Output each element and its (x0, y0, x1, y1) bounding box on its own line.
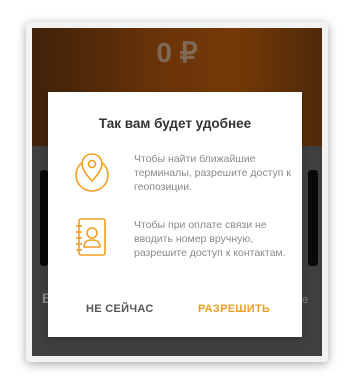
permission-contacts-text: Чтобы при оплате связи не вводить номер … (134, 219, 286, 259)
not-now-button[interactable]: НЕ СЕЙЧАС (86, 303, 154, 315)
permissions-dialog: Так вам будет удобнее Чтобы найти ближай… (48, 92, 302, 337)
dialog-title: Так вам будет удобнее (98, 116, 252, 131)
contacts-book-icon (76, 218, 106, 256)
location-pin-icon (75, 153, 109, 192)
allow-button[interactable]: РАЗРЕШИТЬ (198, 303, 270, 315)
permission-geolocation-text: Чтобы найти ближайшие терминалы, разреши… (134, 153, 291, 193)
